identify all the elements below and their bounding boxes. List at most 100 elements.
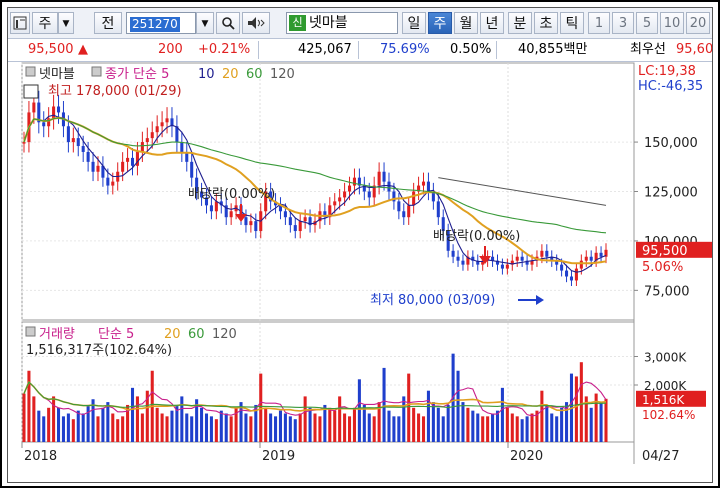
volume-bar	[229, 416, 233, 442]
price-tick-label: 150,000	[644, 136, 698, 151]
candle-down	[436, 201, 440, 218]
price-legend-series: 종가 단순 5	[105, 67, 169, 82]
candle-up	[298, 221, 302, 232]
volume-bar	[244, 413, 248, 442]
volume-bar	[525, 416, 529, 442]
volume-bar	[599, 402, 603, 442]
volume-bar	[387, 410, 391, 442]
date-label: 04/27	[642, 449, 679, 464]
volume-bar	[397, 416, 401, 442]
volume-bar	[52, 396, 56, 442]
volume-bar	[555, 416, 559, 442]
candle-up	[584, 256, 588, 261]
volume-bar	[392, 416, 396, 442]
candle-down	[244, 217, 248, 226]
price-legend-period: 120	[270, 67, 295, 82]
volume-bar	[313, 413, 317, 442]
volume-bar	[604, 398, 608, 442]
hc-label: HC:-46,35	[638, 79, 703, 94]
volume-bar	[121, 416, 125, 442]
volume-bar	[303, 396, 307, 442]
volume-bar	[318, 416, 322, 442]
price-legend-period: 60	[246, 67, 263, 82]
volume-bar	[328, 407, 332, 442]
ex-dividend-label-2019: 배당락(0.00%)	[433, 229, 520, 244]
volume-bar	[530, 413, 534, 442]
volume-bar	[441, 416, 445, 442]
volume-bar	[224, 413, 228, 442]
volume-bar	[550, 413, 554, 442]
candle-down	[397, 201, 401, 212]
volume-bar	[308, 407, 312, 442]
candle-up	[150, 132, 154, 139]
current-change-label: 5.06%	[642, 260, 683, 275]
volume-bar	[106, 402, 110, 442]
lc-label: LC:19,38	[638, 64, 696, 79]
volume-bar	[293, 419, 297, 442]
candle-up	[338, 197, 342, 202]
volume-legend-period: 60	[188, 327, 205, 342]
legend-square-icon	[91, 66, 102, 77]
volume-bar	[545, 404, 549, 442]
candle-down	[86, 151, 90, 162]
calendar-icon	[23, 84, 39, 99]
volume-bar	[481, 416, 485, 442]
volume-bar	[540, 390, 544, 442]
volume-bar	[362, 404, 366, 442]
volume-legend-period: 20	[164, 327, 181, 342]
volume-bar	[343, 413, 347, 442]
candle-down	[130, 157, 135, 166]
volume-bar	[347, 416, 352, 442]
volume-bar	[278, 410, 283, 442]
volume-bar	[574, 376, 578, 442]
chart-window: 주 ▼ 전 251270 ▼ 신 넷마블 일 주 월 년 분 초 틱 1 3 5…	[7, 7, 713, 483]
candle-up	[145, 138, 149, 143]
volume-bar	[367, 413, 371, 442]
candle-up	[421, 181, 426, 186]
candle-up	[160, 122, 164, 127]
volume-bar	[560, 407, 564, 442]
volume-bar	[288, 416, 292, 442]
volume-bar	[495, 410, 500, 442]
volume-legend-series: 단순 5	[98, 327, 134, 342]
volume-bar	[382, 367, 386, 442]
candle-down	[589, 256, 593, 261]
volume-summary-label: 1,516,317주(102.64%)	[26, 343, 172, 358]
candle-up	[347, 185, 352, 192]
chart-window-frame: 주 ▼ 전 251270 ▼ 신 넷마블 일 주 월 년 분 초 틱 1 3 5…	[0, 0, 720, 488]
volume-bar	[505, 407, 509, 442]
candle-down	[461, 260, 465, 265]
candle-down	[565, 270, 569, 277]
volume-bar	[61, 416, 65, 442]
volume-bar	[47, 407, 51, 442]
candle-up	[412, 191, 416, 206]
volume-bar	[402, 396, 406, 442]
candle-up	[249, 221, 253, 226]
candle-down	[283, 211, 287, 218]
candle-down	[254, 221, 258, 232]
year-label: 2018	[24, 449, 57, 464]
volume-bar	[214, 419, 218, 442]
volume-bar	[436, 407, 440, 442]
volume-bar	[500, 387, 504, 442]
volume-bar	[471, 410, 475, 442]
volume-bar	[190, 416, 194, 442]
volume-bar	[160, 413, 164, 442]
volume-bar	[264, 407, 268, 442]
volume-bar	[412, 407, 416, 442]
stock-chart[interactable]: 150,000125,000100,00075,0003,000K2,000K2…	[8, 8, 712, 482]
price-legend-period: 10	[198, 67, 215, 82]
volume-bar	[466, 407, 470, 442]
candle-up	[377, 171, 381, 186]
candle-up	[140, 142, 144, 152]
candle-down	[560, 264, 564, 271]
volume-bar	[323, 404, 327, 442]
volume-bar	[352, 407, 356, 442]
volume-bar	[170, 410, 174, 442]
price-legend-title: 넷마블	[39, 67, 75, 82]
candle-down	[456, 256, 460, 261]
volume-bar	[269, 413, 273, 442]
volume-bar	[56, 407, 61, 442]
volume-bar	[357, 379, 361, 442]
volume-bar	[283, 413, 287, 442]
